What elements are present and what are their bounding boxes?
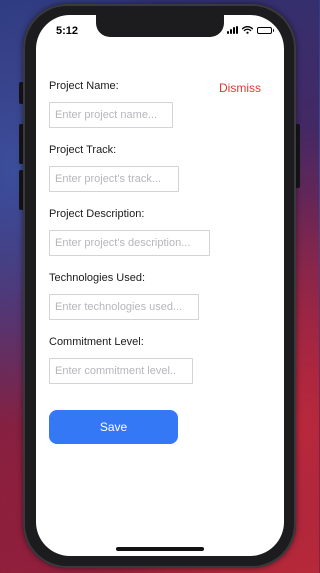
field-label: Project Description:	[49, 208, 145, 220]
battery-icon	[257, 26, 274, 34]
field-label: Technologies Used:	[49, 272, 146, 284]
field-project-name: Project Name:	[49, 79, 274, 128]
commitment-level-input[interactable]	[49, 358, 193, 384]
project-description-input[interactable]	[49, 230, 210, 256]
field-commitment-level: Commitment Level:	[49, 335, 274, 384]
status-icons	[227, 26, 274, 34]
project-track-input[interactable]	[49, 166, 179, 192]
signal-icon	[227, 26, 238, 34]
project-form: Project Name: Project Track: Project Des…	[49, 79, 274, 399]
field-label: Commitment Level:	[49, 336, 144, 348]
phone-screen: 5:12 Dismiss Project Name: Project Track…	[36, 15, 284, 556]
notch	[96, 15, 224, 37]
field-label: Project Track:	[49, 144, 117, 156]
project-name-input[interactable]	[49, 102, 173, 128]
field-technologies-used: Technologies Used:	[49, 271, 274, 320]
field-project-track: Project Track:	[49, 143, 274, 192]
save-button[interactable]: Save	[49, 410, 178, 444]
field-project-description: Project Description:	[49, 207, 274, 256]
wifi-icon	[242, 26, 253, 34]
status-time: 5:12	[56, 25, 79, 37]
home-indicator[interactable]	[116, 547, 204, 551]
field-label: Project Name:	[49, 80, 119, 92]
technologies-used-input[interactable]	[49, 294, 199, 320]
phone-frame: 5:12 Dismiss Project Name: Project Track…	[23, 4, 296, 568]
